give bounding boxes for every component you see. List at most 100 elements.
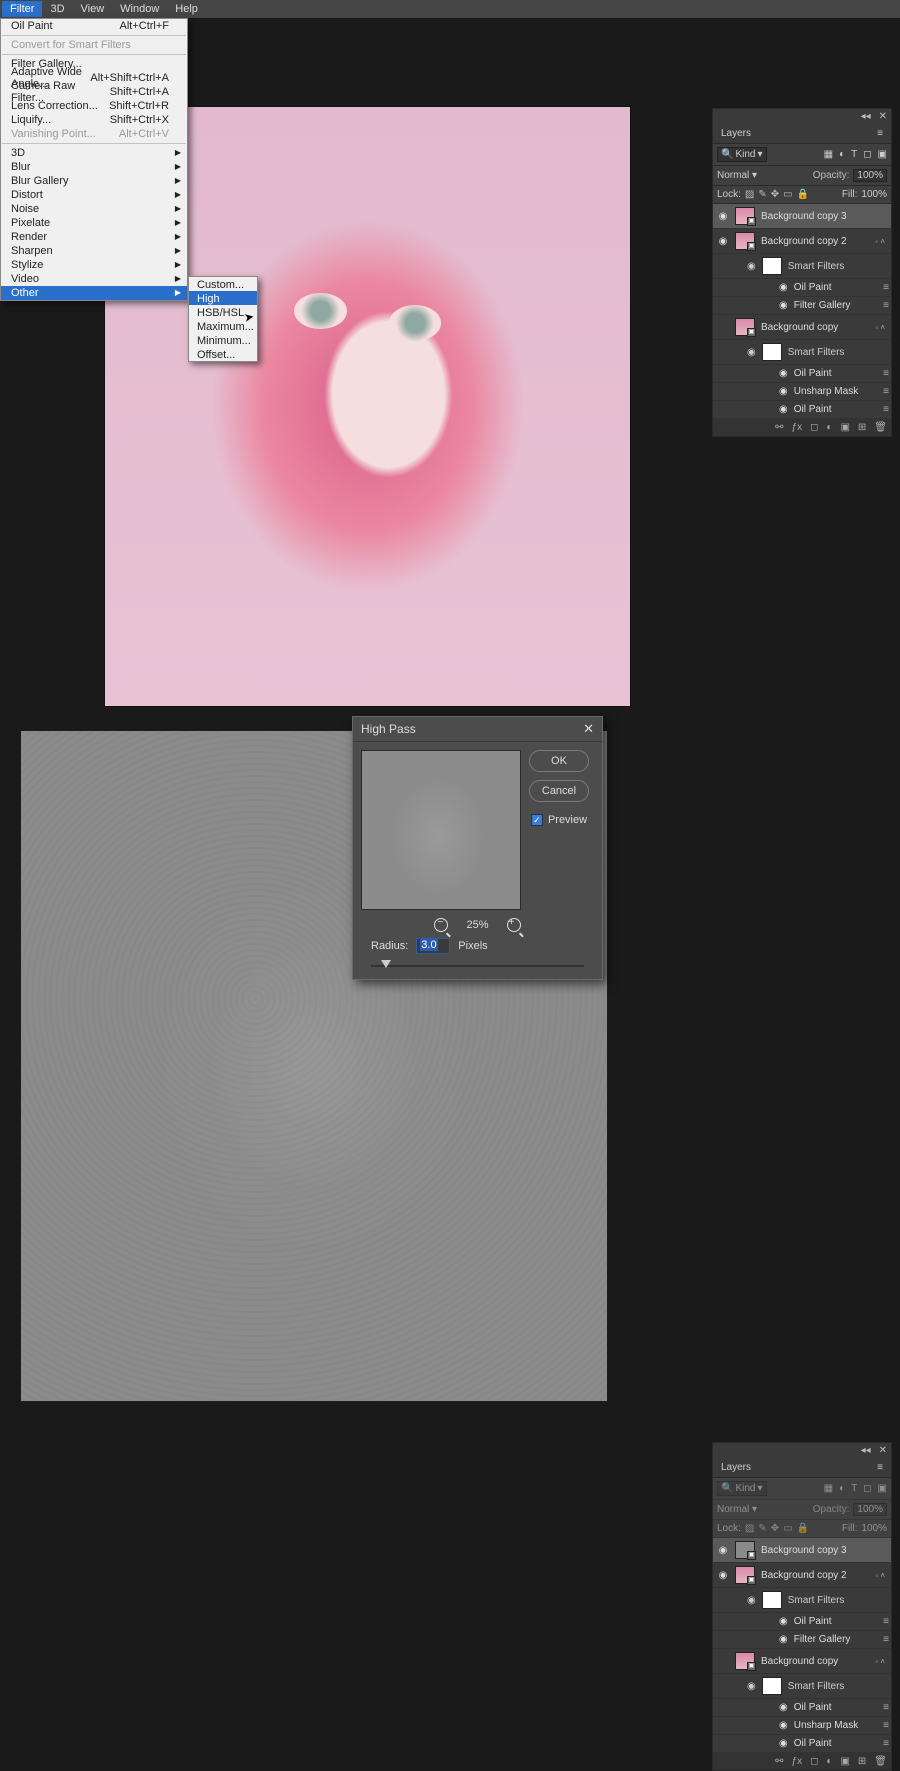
visibility-icon[interactable]: ◉ [779, 282, 788, 293]
layer-row[interactable]: ▣Background copy◦ ˄ [713, 1649, 891, 1674]
visibility-icon[interactable]: ◉ [779, 1720, 788, 1731]
filter-smart-icon[interactable]: ▣ [878, 149, 887, 160]
expand-icon[interactable]: ◦ ˄ [873, 323, 887, 332]
filters-mask[interactable] [762, 1591, 782, 1609]
visibility-icon[interactable]: ◉ [779, 1738, 788, 1749]
layer-row[interactable]: ◉▣Background copy 3 [713, 204, 891, 229]
zoom-in-icon[interactable] [507, 918, 521, 932]
menu-item-video[interactable]: Video▶ [1, 272, 187, 286]
lock-pixels-icon[interactable]: ✎ [758, 189, 766, 200]
menu-item-3d[interactable]: 3D▶ [1, 146, 187, 160]
visibility-icon[interactable]: ◉ [717, 1545, 729, 1556]
filter-options-icon[interactable]: ≡ [883, 1702, 887, 1713]
filter-type-select[interactable]: 🔍 Kind ▾ [717, 147, 767, 162]
visibility-icon[interactable]: ◉ [779, 300, 788, 311]
smart-filter-entry[interactable]: ◉Oil Paint≡ [713, 401, 891, 419]
preview-checkbox[interactable]: ✓ Preview [531, 814, 587, 826]
visibility-icon[interactable]: ◉ [717, 236, 729, 247]
opacity-value[interactable]: 100% [853, 169, 887, 182]
smart-filters-row[interactable]: ◉Smart Filters [713, 254, 891, 279]
menu-item-other[interactable]: Other▶ [1, 286, 187, 300]
menu-item-stylize[interactable]: Stylize▶ [1, 258, 187, 272]
filter-shape-icon[interactable]: ◻ [863, 149, 871, 160]
menu-item-pixelate[interactable]: Pixelate▶ [1, 216, 187, 230]
layer-row[interactable]: ◉▣Background copy 2◦ ˄ [713, 1563, 891, 1588]
lock-position-icon[interactable]: ✥ [771, 189, 779, 200]
lock-all-icon[interactable]: 🔒 [797, 189, 809, 200]
menu-3d[interactable]: 3D [42, 1, 72, 17]
menu-item-noise[interactable]: Noise▶ [1, 202, 187, 216]
filters-mask[interactable] [762, 1677, 782, 1695]
layer-thumb[interactable]: ▣ [735, 1652, 755, 1670]
menu-item-convert-smart[interactable]: Convert for Smart Filters [1, 38, 187, 52]
menu-item-distort[interactable]: Distort▶ [1, 188, 187, 202]
filter-options-icon[interactable]: ≡ [883, 386, 887, 397]
smart-filter-entry[interactable]: ◉Unsharp Mask≡ [713, 383, 891, 401]
expand-icon[interactable]: ◦ ˄ [873, 1571, 887, 1580]
filter-options-icon[interactable]: ≡ [883, 300, 887, 311]
layer-row[interactable]: ◉ ▣ Background copy 3 [713, 1538, 891, 1563]
visibility-icon[interactable]: ◉ [717, 1570, 729, 1581]
menu-item-lens-correction-[interactable]: Lens Correction...Shift+Ctrl+R [1, 99, 187, 113]
mask-icon[interactable]: ◻ [810, 422, 818, 433]
layer-name[interactable]: Background copy 3 [761, 1545, 887, 1556]
visibility-icon[interactable]: ◉ [779, 386, 788, 397]
layer-row[interactable]: ▣Background copy◦ ˄ [713, 315, 891, 340]
smart-filter-entry[interactable]: ◉Oil Paint≡ [713, 1699, 891, 1717]
zoom-out-icon[interactable] [434, 918, 448, 932]
cancel-button[interactable]: Cancel [529, 780, 589, 802]
filter-adjust-icon[interactable]: ◐ [839, 149, 845, 160]
fill-value[interactable]: 100% [861, 189, 887, 200]
ok-button[interactable]: OK [529, 750, 589, 772]
lock-artboard-icon[interactable]: ▭ [783, 189, 792, 200]
smart-filters-row[interactable]: ◉Smart Filters [713, 340, 891, 365]
close-icon[interactable]: ✕ [879, 1445, 887, 1456]
smart-filters-row[interactable]: ◉Smart Filters [713, 1674, 891, 1699]
menu-item-blur-gallery[interactable]: Blur Gallery▶ [1, 174, 187, 188]
filters-mask[interactable] [762, 343, 782, 361]
smart-filter-entry[interactable]: ◉Unsharp Mask≡ [713, 1717, 891, 1735]
blend-mode-select[interactable]: Normal ▾ [717, 170, 809, 181]
menu-item-render[interactable]: Render▶ [1, 230, 187, 244]
expand-icon[interactable]: ◦ ˄ [873, 1657, 887, 1666]
smart-filter-entry[interactable]: ◉Oil Paint≡ [713, 365, 891, 383]
menu-help[interactable]: Help [167, 1, 206, 17]
close-icon[interactable]: ✕ [583, 721, 594, 737]
visibility-icon[interactable]: ◉ [747, 347, 756, 358]
filter-pixel-icon[interactable]: ▦ [824, 149, 833, 160]
radius-input[interactable]: 3.0 [416, 938, 450, 954]
layers-tab[interactable]: Layers [721, 1462, 751, 1473]
close-icon[interactable]: ✕ [879, 111, 887, 122]
radius-slider[interactable] [371, 960, 584, 972]
menu-item-liquify-[interactable]: Liquify...Shift+Ctrl+X [1, 113, 187, 127]
visibility-icon[interactable]: ◉ [779, 1616, 788, 1627]
filter-type-icon[interactable]: T [851, 149, 857, 160]
filter-options-icon[interactable]: ≡ [883, 1738, 887, 1749]
visibility-icon[interactable]: ◉ [747, 1681, 756, 1692]
layer-name[interactable]: Background copy 3 [761, 211, 887, 222]
layer-thumb[interactable]: ▣ [735, 1541, 755, 1559]
menu-item-camera-raw-filter-[interactable]: Camera Raw Filter...Shift+Ctrl+A [1, 85, 187, 99]
collapse-icon[interactable]: ◂◂ [861, 111, 871, 122]
smart-filters-row[interactable]: ◉Smart Filters [713, 1588, 891, 1613]
layer-name[interactable]: Background copy 2 [761, 1570, 867, 1581]
visibility-icon[interactable]: ◉ [747, 1595, 756, 1606]
new-layer-icon[interactable]: ⊞ [858, 422, 866, 433]
menu-view[interactable]: View [73, 1, 113, 17]
menu-item-blur[interactable]: Blur▶ [1, 160, 187, 174]
menu-window[interactable]: Window [112, 1, 167, 17]
expand-icon[interactable]: ◦ ˄ [873, 237, 887, 246]
visibility-icon[interactable]: ◉ [717, 211, 729, 222]
smart-filter-entry[interactable]: ◉Oil Paint≡ [713, 1735, 891, 1753]
filter-options-icon[interactable]: ≡ [883, 282, 887, 293]
submenu-item-custom-[interactable]: Custom... [189, 277, 257, 291]
smart-filter-entry[interactable]: ◉Filter Gallery≡ [713, 1631, 891, 1649]
filter-options-icon[interactable]: ≡ [883, 1634, 887, 1645]
filter-options-icon[interactable]: ≡ [883, 404, 887, 415]
link-icon[interactable]: ⚯ [775, 422, 783, 433]
adjustment-icon[interactable]: ◐ [826, 422, 832, 433]
filters-mask[interactable] [762, 257, 782, 275]
submenu-item-high-pass-[interactable]: High Pass... [189, 291, 257, 305]
submenu-item-offset-[interactable]: Offset... [189, 347, 257, 361]
menu-filter[interactable]: Filter [2, 1, 42, 17]
